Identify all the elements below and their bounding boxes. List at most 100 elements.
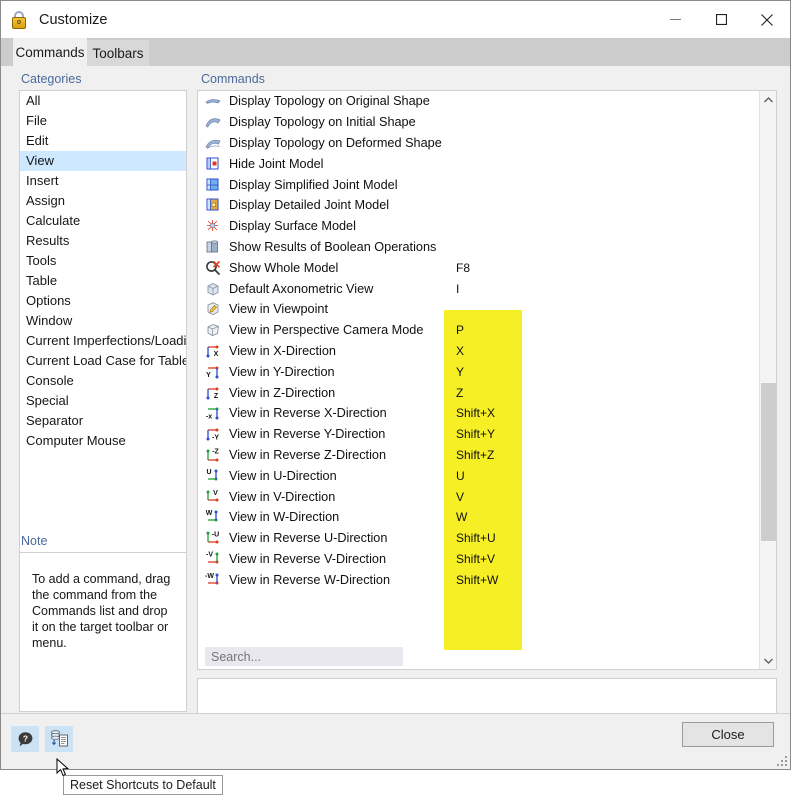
categories-list[interactable]: All File Edit View Insert Assign Calculate Resu… [19,90,187,555]
surface-model-icon [205,218,221,234]
commands-list[interactable]: Display Topology on Original Shape Displa… [198,91,755,644]
command-row[interactable]: -W View in Reverse W-Direction Shift+W [198,569,755,590]
category-item[interactable]: Computer Mouse [20,431,186,451]
hide-joint-model-icon [205,156,221,172]
view-w-direction-icon: W [205,509,221,525]
command-row[interactable]: Z View in Z-Direction Z [198,382,755,403]
category-item[interactable]: Current Imperfections/Loading [20,331,186,351]
category-item[interactable]: Edit [20,131,186,151]
command-row[interactable]: Hide Joint Model [198,153,755,174]
command-row[interactable]: Display Topology on Original Shape [198,91,755,112]
scrollbar-thumb[interactable] [761,383,776,541]
command-row[interactable]: W View in W-Direction W [198,507,755,528]
command-shortcut: V [456,489,465,504]
view-reverse-v-icon: -V [205,551,221,567]
category-item[interactable]: Current Load Case for Tables [20,351,186,371]
svg-text:V: V [213,490,218,497]
category-item[interactable]: Calculate [20,211,186,231]
svg-text:Z: Z [214,393,219,400]
command-row[interactable]: View in Perspective Camera Mode P [198,320,755,341]
command-label: View in Reverse U-Direction [229,531,388,546]
customize-dialog: Customize Commands Toolbars Categories A… [0,0,791,770]
command-label: Hide Joint Model [229,156,324,171]
command-row[interactable]: Show Whole Model F8 [198,257,755,278]
dialog-footer: ? Close [1,713,790,769]
category-item[interactable]: View [20,151,186,171]
command-row[interactable]: -x View in Reverse X-Direction Shift+X [198,403,755,424]
view-x-direction-icon: X [205,343,221,359]
close-button[interactable]: Close [682,722,774,747]
show-whole-model-icon [205,260,221,276]
minimize-button[interactable] [652,1,698,38]
note-panel: To add a command, drag the command from … [19,552,187,712]
command-shortcut: W [456,510,468,525]
scroll-up-icon[interactable] [760,91,777,108]
svg-text:-V: -V [206,551,213,558]
category-item[interactable]: Window [20,311,186,331]
command-row[interactable]: Show Results of Boolean Operations [198,237,755,258]
view-reverse-y-icon: -Y [205,426,221,442]
command-row[interactable]: Display Detailed Joint Model [198,195,755,216]
command-shortcut: F8 [456,260,471,275]
command-shortcut: U [456,468,465,483]
view-reverse-u-icon: -U [205,530,221,546]
command-row[interactable]: -Z View in Reverse Z-Direction Shift+Z [198,445,755,466]
command-label: View in Reverse W-Direction [229,572,390,587]
command-row[interactable]: Y View in Y-Direction Y [198,361,755,382]
category-item[interactable]: Tools [20,251,186,271]
command-label: View in Viewpoint [229,302,328,317]
category-item[interactable]: All [20,91,186,111]
categories-label: Categories [21,72,82,86]
category-item[interactable]: Assign [20,191,186,211]
reset-shortcuts-button[interactable] [45,726,73,752]
commands-label: Commands [201,72,265,86]
command-shortcut: X [456,343,465,358]
category-item[interactable]: Separator [20,411,186,431]
command-row[interactable]: Display Simplified Joint Model [198,174,755,195]
category-item[interactable]: Options [20,291,186,311]
command-row[interactable]: U View in U-Direction U [198,465,755,486]
category-item[interactable]: Insert [20,171,186,191]
category-item[interactable]: Console [20,371,186,391]
commands-scrollbar[interactable] [759,91,776,669]
command-shortcut: Shift+Y [456,427,496,442]
command-row[interactable]: X View in X-Direction X [198,341,755,362]
close-window-button[interactable] [744,1,790,38]
search-input[interactable] [205,647,403,666]
category-item[interactable]: Table [20,271,186,291]
svg-text:W: W [206,510,213,517]
scroll-down-icon[interactable] [760,652,777,669]
command-row[interactable]: -U View in Reverse U-Direction Shift+U [198,528,755,549]
command-shortcut: Shift+U [456,531,496,546]
svg-text:X: X [214,351,219,358]
detailed-joint-model-icon [205,197,221,213]
category-item[interactable]: File [20,111,186,131]
window-controls [652,1,790,38]
command-row[interactable]: V View in V-Direction V [198,486,755,507]
command-row[interactable]: -V View in Reverse V-Direction Shift+V [198,549,755,570]
maximize-button[interactable] [698,1,744,38]
topology-original-icon [205,93,221,109]
tab-commands[interactable]: Commands [13,38,87,66]
command-row[interactable]: View in Viewpoint [198,299,755,320]
command-label: Display Topology on Original Shape [229,94,430,109]
reset-shortcuts-icon [50,730,68,747]
command-row[interactable]: Display Topology on Deformed Shape [198,133,755,154]
command-shortcut: Shift+Z [456,447,495,462]
command-row[interactable]: -Y View in Reverse Y-Direction Shift+Y [198,424,755,445]
command-row[interactable]: Display Surface Model [198,216,755,237]
category-item[interactable]: Results [20,231,186,251]
category-item[interactable]: Special [20,391,186,411]
command-label: View in X-Direction [229,343,336,358]
resize-grip[interactable] [775,754,787,766]
view-reverse-w-icon: -W [205,572,221,588]
view-reverse-x-icon: -x [205,405,221,421]
help-button[interactable]: ? [11,726,39,752]
command-label: Display Surface Model [229,219,356,234]
command-label: View in V-Direction [229,489,336,504]
tab-toolbars[interactable]: Toolbars [87,40,149,66]
lock-icon [10,10,30,30]
command-row[interactable]: Display Topology on Initial Shape [198,112,755,133]
boolean-operations-icon [205,239,221,255]
command-row[interactable]: Default Axonometric View I [198,278,755,299]
